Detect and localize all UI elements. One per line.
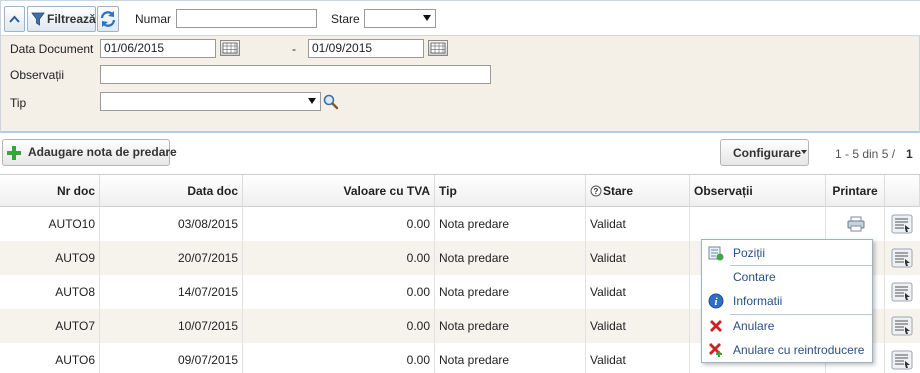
cell-data-doc: 10/07/2015 <box>100 309 243 343</box>
column-header-valoare[interactable]: Valoare cu TVA <box>243 175 435 207</box>
cell-stare: Validat <box>586 207 690 241</box>
cell-actions <box>885 275 920 309</box>
table-row[interactable]: AUTO10 03/08/2015 0.00 Nota predare Validat <box>0 207 920 241</box>
plus-icon <box>7 146 21 160</box>
date-to-input[interactable]: 01/09/2015 <box>308 39 424 58</box>
cell-observatii <box>690 207 826 241</box>
pagination-info: 1 - 5 din 5 / <box>835 147 896 161</box>
cell-nr-doc: AUTO8 <box>0 275 100 309</box>
filter-button-label: Filtrează <box>47 12 96 26</box>
filter-funnel-icon <box>31 12 45 26</box>
cell-printare <box>826 207 885 241</box>
cell-actions <box>885 207 920 241</box>
cell-tip: Nota predare <box>435 241 586 275</box>
cancel-x-icon <box>710 320 722 332</box>
chevron-down-icon <box>801 150 807 154</box>
actions-menu-icon[interactable] <box>891 350 913 370</box>
column-header-stare-label: Stare <box>603 184 634 198</box>
data-document-label: Data Document <box>10 42 94 56</box>
menu-item-label: Poziții <box>733 246 766 260</box>
configure-button[interactable]: Configurare <box>720 139 809 166</box>
dropdown-arrow-icon <box>308 98 316 104</box>
positions-icon <box>708 246 724 261</box>
menu-item-anulare-reintroducere[interactable]: Anulare cu reintroducere <box>702 338 872 362</box>
configure-label: Configurare <box>733 146 802 160</box>
add-delivery-note-button[interactable]: Adaugare nota de predare <box>2 139 177 166</box>
chevron-up-icon <box>9 15 20 23</box>
stare-label: Stare <box>331 12 360 26</box>
cell-valoare: 0.00 <box>243 275 435 309</box>
actions-menu-icon[interactable] <box>891 316 913 336</box>
menu-item-label: Informatii <box>733 294 783 308</box>
cell-tip: Nota predare <box>435 309 586 343</box>
cell-tip: Nota predare <box>435 343 586 373</box>
cell-tip: Nota predare <box>435 207 586 241</box>
printer-icon[interactable] <box>847 216 869 236</box>
cancel-reintroduce-icon <box>709 343 722 357</box>
refresh-button[interactable] <box>97 6 119 32</box>
menu-item-label: Anulare <box>733 319 775 333</box>
info-icon: i <box>708 293 724 309</box>
numar-label: Numar <box>135 12 172 26</box>
add-delivery-note-label: Adaugare nota de predare <box>28 145 177 159</box>
actions-menu-icon[interactable] <box>891 282 913 302</box>
column-header-actions <box>885 175 920 207</box>
observatii-input[interactable] <box>100 65 491 84</box>
cell-valoare: 0.00 <box>243 309 435 343</box>
cell-valoare: 0.00 <box>243 207 435 241</box>
column-header-data-doc[interactable]: Data doc <box>100 175 243 207</box>
observatii-label: Observații <box>10 68 65 82</box>
calendar-icon[interactable] <box>220 40 240 56</box>
menu-item-label: Contare <box>733 270 776 284</box>
date-from-input[interactable]: 01/06/2015 <box>100 39 216 58</box>
date-separator: - <box>292 42 296 56</box>
dropdown-arrow-icon <box>423 15 431 21</box>
actions-menu-icon[interactable] <box>891 248 913 268</box>
cell-valoare: 0.00 <box>243 241 435 275</box>
tip-label: Tip <box>10 96 27 110</box>
cell-stare: Validat <box>586 241 690 275</box>
cell-stare: Validat <box>586 343 690 373</box>
cell-data-doc: 09/07/2015 <box>100 343 243 373</box>
cell-nr-doc: AUTO6 <box>0 343 100 373</box>
search-magnifier-icon[interactable] <box>322 93 340 111</box>
cell-stare: Validat <box>586 309 690 343</box>
numar-input[interactable] <box>176 9 317 28</box>
collapse-filter-button[interactable] <box>4 6 25 32</box>
refresh-icon <box>100 11 116 27</box>
column-header-observatii[interactable]: Observații <box>690 175 826 207</box>
column-header-tip[interactable]: Tip <box>435 175 586 207</box>
actions-menu-icon[interactable] <box>891 214 913 234</box>
cell-actions <box>885 343 920 373</box>
menu-item-contare[interactable]: Contare <box>702 265 872 289</box>
row-context-menu: Poziții Contare i Informatii Anulare Anu… <box>701 239 873 363</box>
cell-data-doc: 20/07/2015 <box>100 241 243 275</box>
filter-button[interactable]: Filtrează <box>27 6 96 32</box>
cell-data-doc: 03/08/2015 <box>100 207 243 241</box>
menu-item-informatii[interactable]: i Informatii <box>702 289 872 313</box>
help-icon: ? <box>590 185 602 197</box>
page-number[interactable]: 1 <box>906 147 913 161</box>
svg-text:?: ? <box>594 187 599 196</box>
stare-select[interactable] <box>364 9 436 28</box>
tip-select[interactable] <box>100 92 321 111</box>
cell-nr-doc: AUTO9 <box>0 241 100 275</box>
menu-item-label: Anulare cu reintroducere <box>733 343 865 357</box>
column-header-printare[interactable]: Printare <box>826 175 885 207</box>
cell-nr-doc: AUTO7 <box>0 309 100 343</box>
cell-data-doc: 14/07/2015 <box>100 275 243 309</box>
cell-tip: Nota predare <box>435 275 586 309</box>
menu-item-pozitii[interactable]: Poziții <box>702 241 872 265</box>
cell-actions <box>885 241 920 275</box>
column-header-stare[interactable]: ? Stare <box>586 175 690 207</box>
menu-item-anulare[interactable]: Anulare <box>702 314 872 338</box>
calendar-icon[interactable] <box>428 40 448 56</box>
filter-toolbar: Filtrează Numar Stare <box>1 1 920 36</box>
column-header-nr-doc[interactable]: Nr doc <box>0 175 100 207</box>
filter-panel: Filtrează Numar Stare Data Document 01/0… <box>0 0 920 133</box>
cell-nr-doc: AUTO10 <box>0 207 100 241</box>
cell-valoare: 0.00 <box>243 343 435 373</box>
cell-actions <box>885 309 920 343</box>
cell-stare: Validat <box>586 275 690 309</box>
